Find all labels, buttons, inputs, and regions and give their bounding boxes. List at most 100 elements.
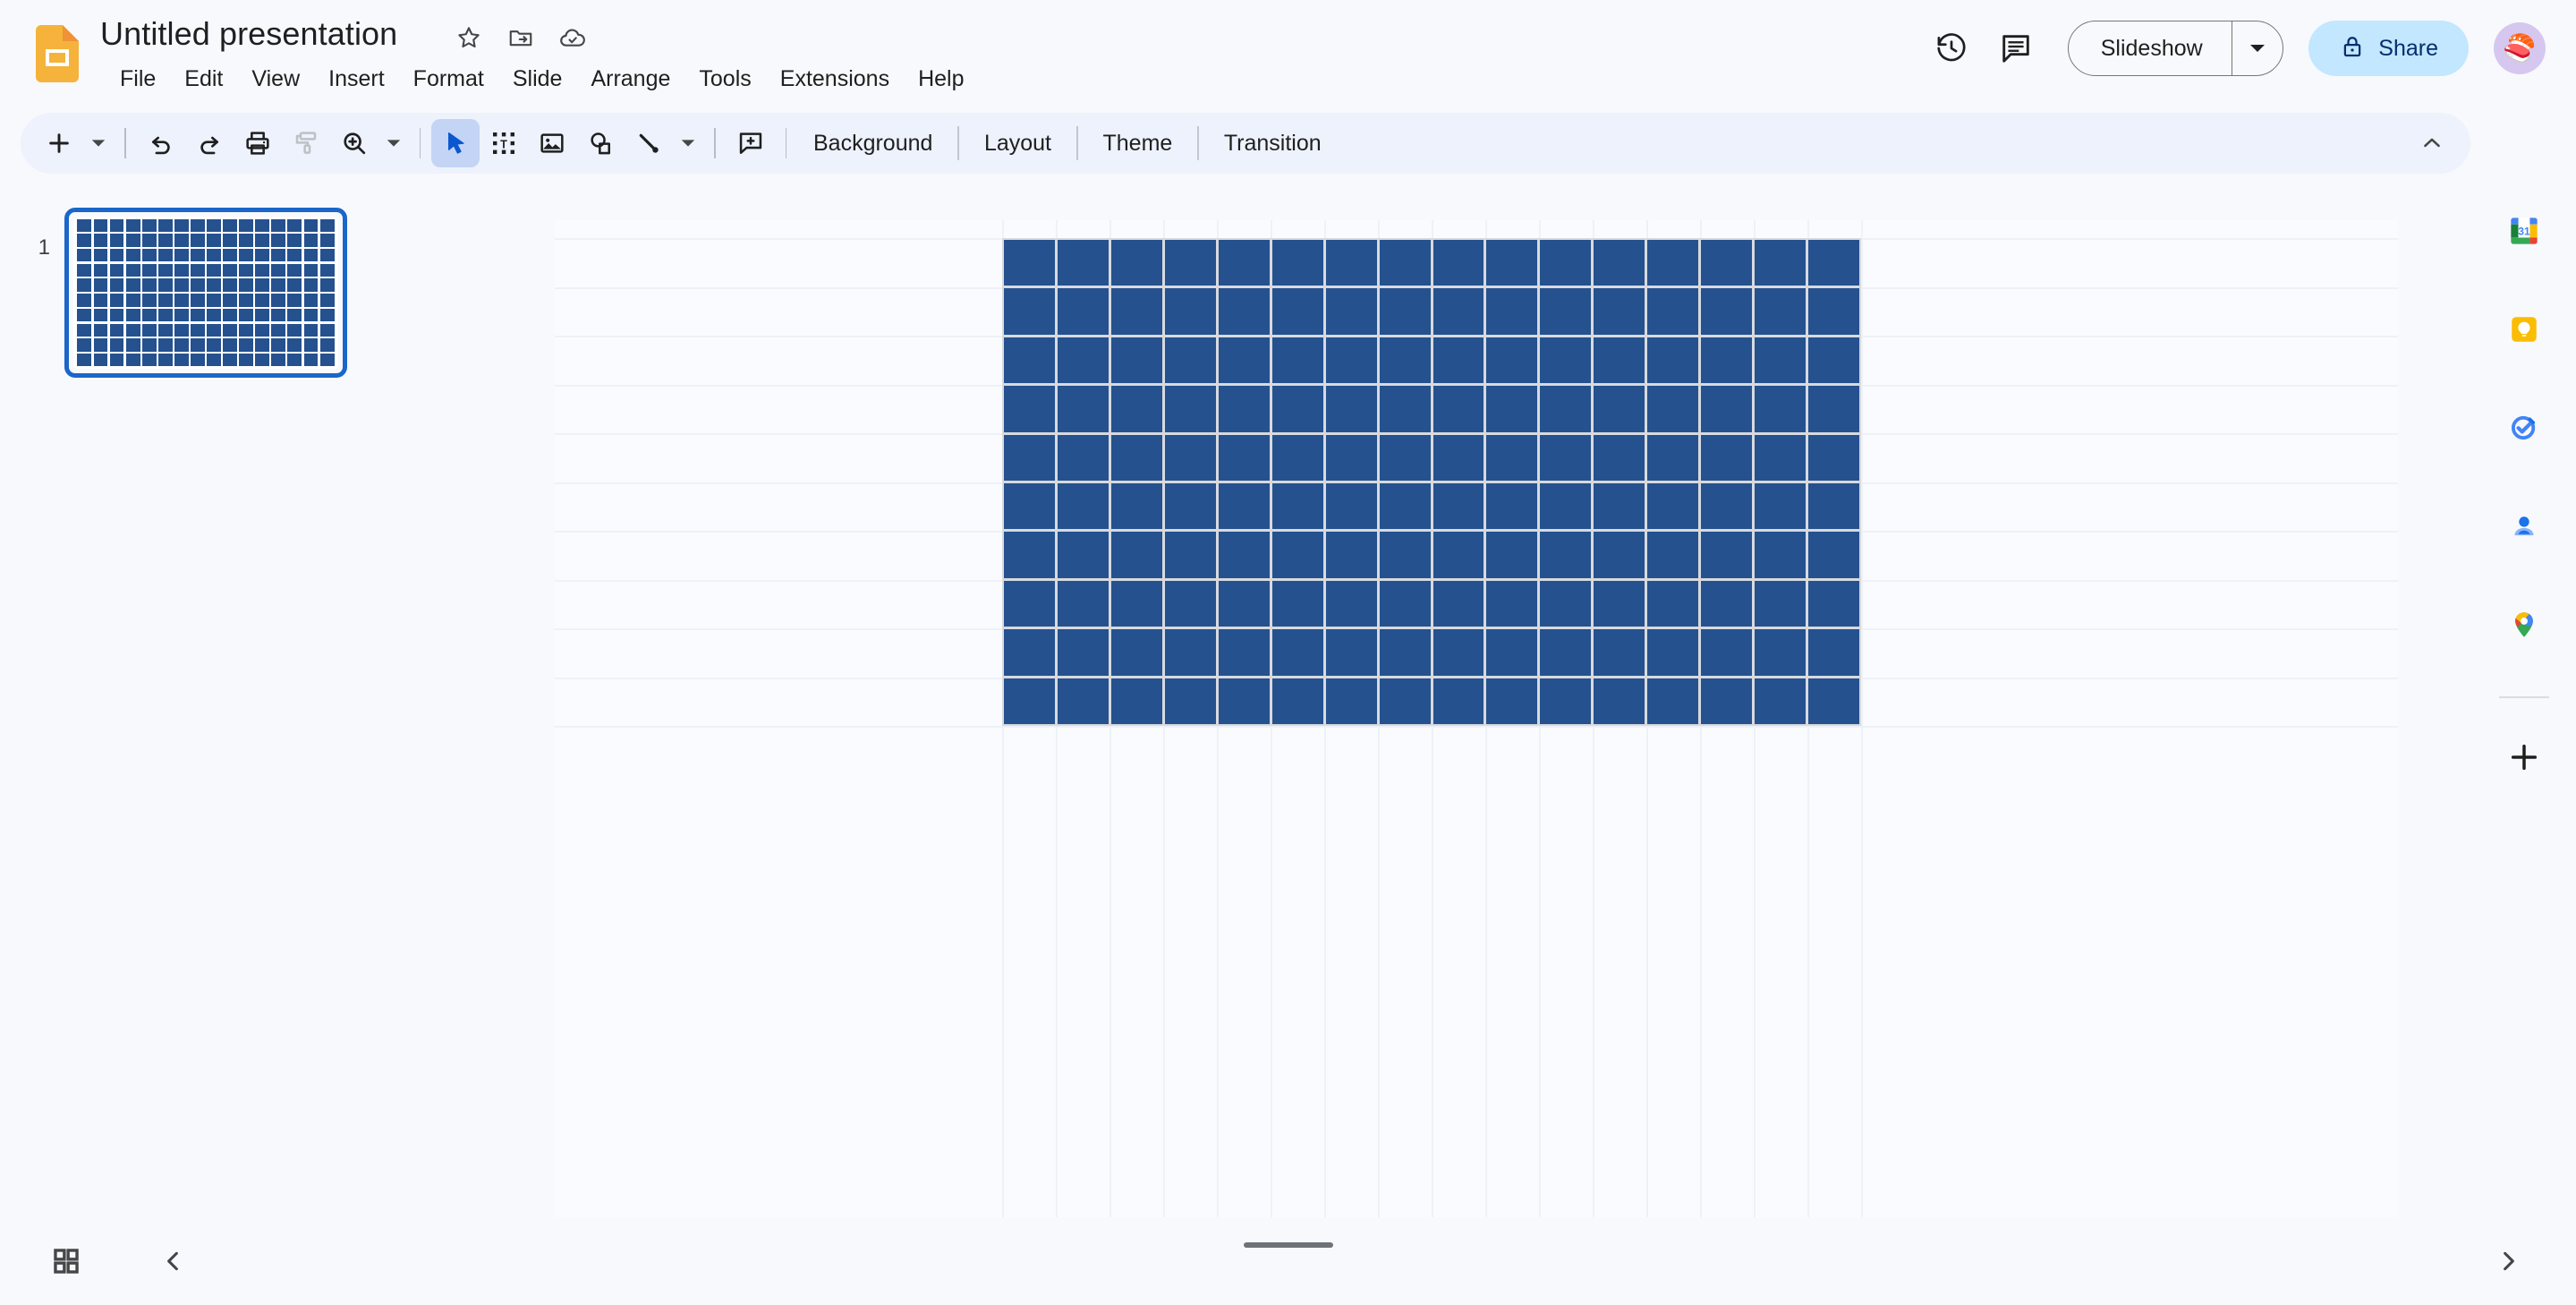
grid-cell <box>1808 580 1859 627</box>
title-block: Untitled presentation <box>100 14 397 54</box>
grid-cell <box>1271 288 1323 335</box>
slideshow-button-group[interactable]: Slideshow <box>2067 21 2284 76</box>
undo-button[interactable] <box>137 119 185 167</box>
text-box-button[interactable]: T <box>480 119 528 167</box>
menu-arrange[interactable]: Arrange <box>576 61 684 97</box>
grid-cell <box>1755 288 1807 335</box>
slideshow-dropdown-button[interactable] <box>2232 21 2283 75</box>
grid-cell <box>174 294 189 307</box>
background-button[interactable]: Background <box>797 123 948 164</box>
move-to-folder-icon[interactable] <box>506 23 535 52</box>
collapse-filmstrip-button[interactable] <box>145 1232 202 1290</box>
grid-cell <box>191 278 205 292</box>
layout-button[interactable]: Layout <box>968 123 1067 164</box>
google-tasks-icon[interactable] <box>2488 392 2560 464</box>
menu-file[interactable]: File <box>106 61 170 97</box>
google-contacts-icon[interactable] <box>2488 490 2560 562</box>
print-button[interactable] <box>234 119 282 167</box>
line-dropdown[interactable] <box>673 119 703 167</box>
theme-button[interactable]: Theme <box>1087 123 1189 164</box>
redo-button[interactable] <box>185 119 234 167</box>
menu-extensions[interactable]: Extensions <box>766 61 904 97</box>
grid-cell <box>1701 532 1753 578</box>
grid-cell <box>1540 240 1592 286</box>
slideshow-button[interactable]: Slideshow <box>2069 21 2232 75</box>
select-tool-button[interactable] <box>431 119 480 167</box>
grid-cell <box>1004 483 1055 530</box>
grid-cell <box>271 353 286 367</box>
grid-cell <box>109 278 124 292</box>
insert-image-button[interactable] <box>528 119 576 167</box>
menu-tools[interactable]: Tools <box>684 61 765 97</box>
grid-shape-object[interactable] <box>1002 238 1861 726</box>
grid-cell <box>1540 483 1592 530</box>
google-keep-icon[interactable] <box>2488 294 2560 365</box>
grid-cell <box>1647 240 1699 286</box>
google-calendar-icon[interactable]: 31 <box>2488 195 2560 267</box>
filmstrip-slide-1[interactable]: 1 <box>0 208 385 378</box>
grid-cell <box>174 218 189 233</box>
zoom-dropdown[interactable] <box>378 119 409 167</box>
new-slide-button[interactable] <box>35 119 83 167</box>
grid-cell <box>141 234 157 247</box>
add-ons-plus-icon[interactable] <box>2488 721 2560 793</box>
grid-cell <box>319 294 335 307</box>
zoom-button[interactable] <box>330 119 378 167</box>
cloud-saved-icon[interactable] <box>558 23 587 52</box>
line-button[interactable] <box>625 119 673 167</box>
menu-help[interactable]: Help <box>904 61 978 97</box>
transition-button[interactable]: Transition <box>1208 123 1338 164</box>
collapse-toolbar-button[interactable] <box>2408 119 2456 167</box>
print-icon <box>245 132 269 155</box>
menu-view[interactable]: View <box>237 61 314 97</box>
menu-insert[interactable]: Insert <box>314 61 399 97</box>
menu-format[interactable]: Format <box>399 61 498 97</box>
grid-cell <box>1218 434 1270 481</box>
grid-cell <box>1433 532 1484 578</box>
grid-cell <box>223 308 238 322</box>
add-comment-button[interactable] <box>727 119 775 167</box>
grid-cell <box>125 308 140 322</box>
expand-notes-button[interactable] <box>2479 1232 2537 1290</box>
grid-cell <box>287 294 302 307</box>
grid-cell <box>1755 337 1807 384</box>
grid-cell <box>1808 483 1859 530</box>
version-history-icon[interactable] <box>1919 16 1984 81</box>
new-slide-dropdown[interactable] <box>83 119 114 167</box>
grid-cell <box>77 278 92 292</box>
document-title[interactable]: Untitled presentation <box>100 14 397 54</box>
star-icon[interactable] <box>455 23 483 52</box>
slides-logo-icon[interactable] <box>36 25 79 82</box>
speaker-notes-resize-handle[interactable] <box>1243 1242 1333 1248</box>
grid-cell <box>191 353 205 367</box>
shape-button[interactable] <box>576 119 625 167</box>
google-maps-icon[interactable] <box>2488 589 2560 661</box>
menu-slide[interactable]: Slide <box>498 61 577 97</box>
menu-edit[interactable]: Edit <box>170 61 237 97</box>
slide-canvas[interactable] <box>555 220 2398 1217</box>
grid-cell <box>239 263 254 277</box>
share-button[interactable]: Share <box>2308 21 2469 76</box>
grid-cell <box>1379 580 1431 627</box>
slide-thumbnail[interactable] <box>64 208 347 378</box>
grid-cell <box>1379 288 1431 335</box>
plus-icon <box>49 133 69 153</box>
grid-cell <box>1808 240 1859 286</box>
open-comment-history-icon[interactable] <box>1984 16 2048 81</box>
paint-format-button[interactable] <box>282 119 330 167</box>
grid-cell <box>1379 337 1431 384</box>
grid-cell <box>1271 532 1323 578</box>
grid-cell <box>1057 288 1109 335</box>
add-comment-icon <box>739 132 761 154</box>
grid-cell <box>1004 288 1055 335</box>
grid-cell <box>287 338 302 352</box>
grid-cell <box>1486 483 1538 530</box>
grid-cell <box>287 218 302 233</box>
avatar[interactable]: 🍣 <box>2494 22 2546 74</box>
grid-cell <box>1218 240 1270 286</box>
grid-cell <box>1325 386 1377 432</box>
grid-cell <box>319 323 335 337</box>
grid-view-button[interactable] <box>38 1232 95 1290</box>
grid-cell <box>93 248 108 262</box>
grid-cell <box>174 263 189 277</box>
